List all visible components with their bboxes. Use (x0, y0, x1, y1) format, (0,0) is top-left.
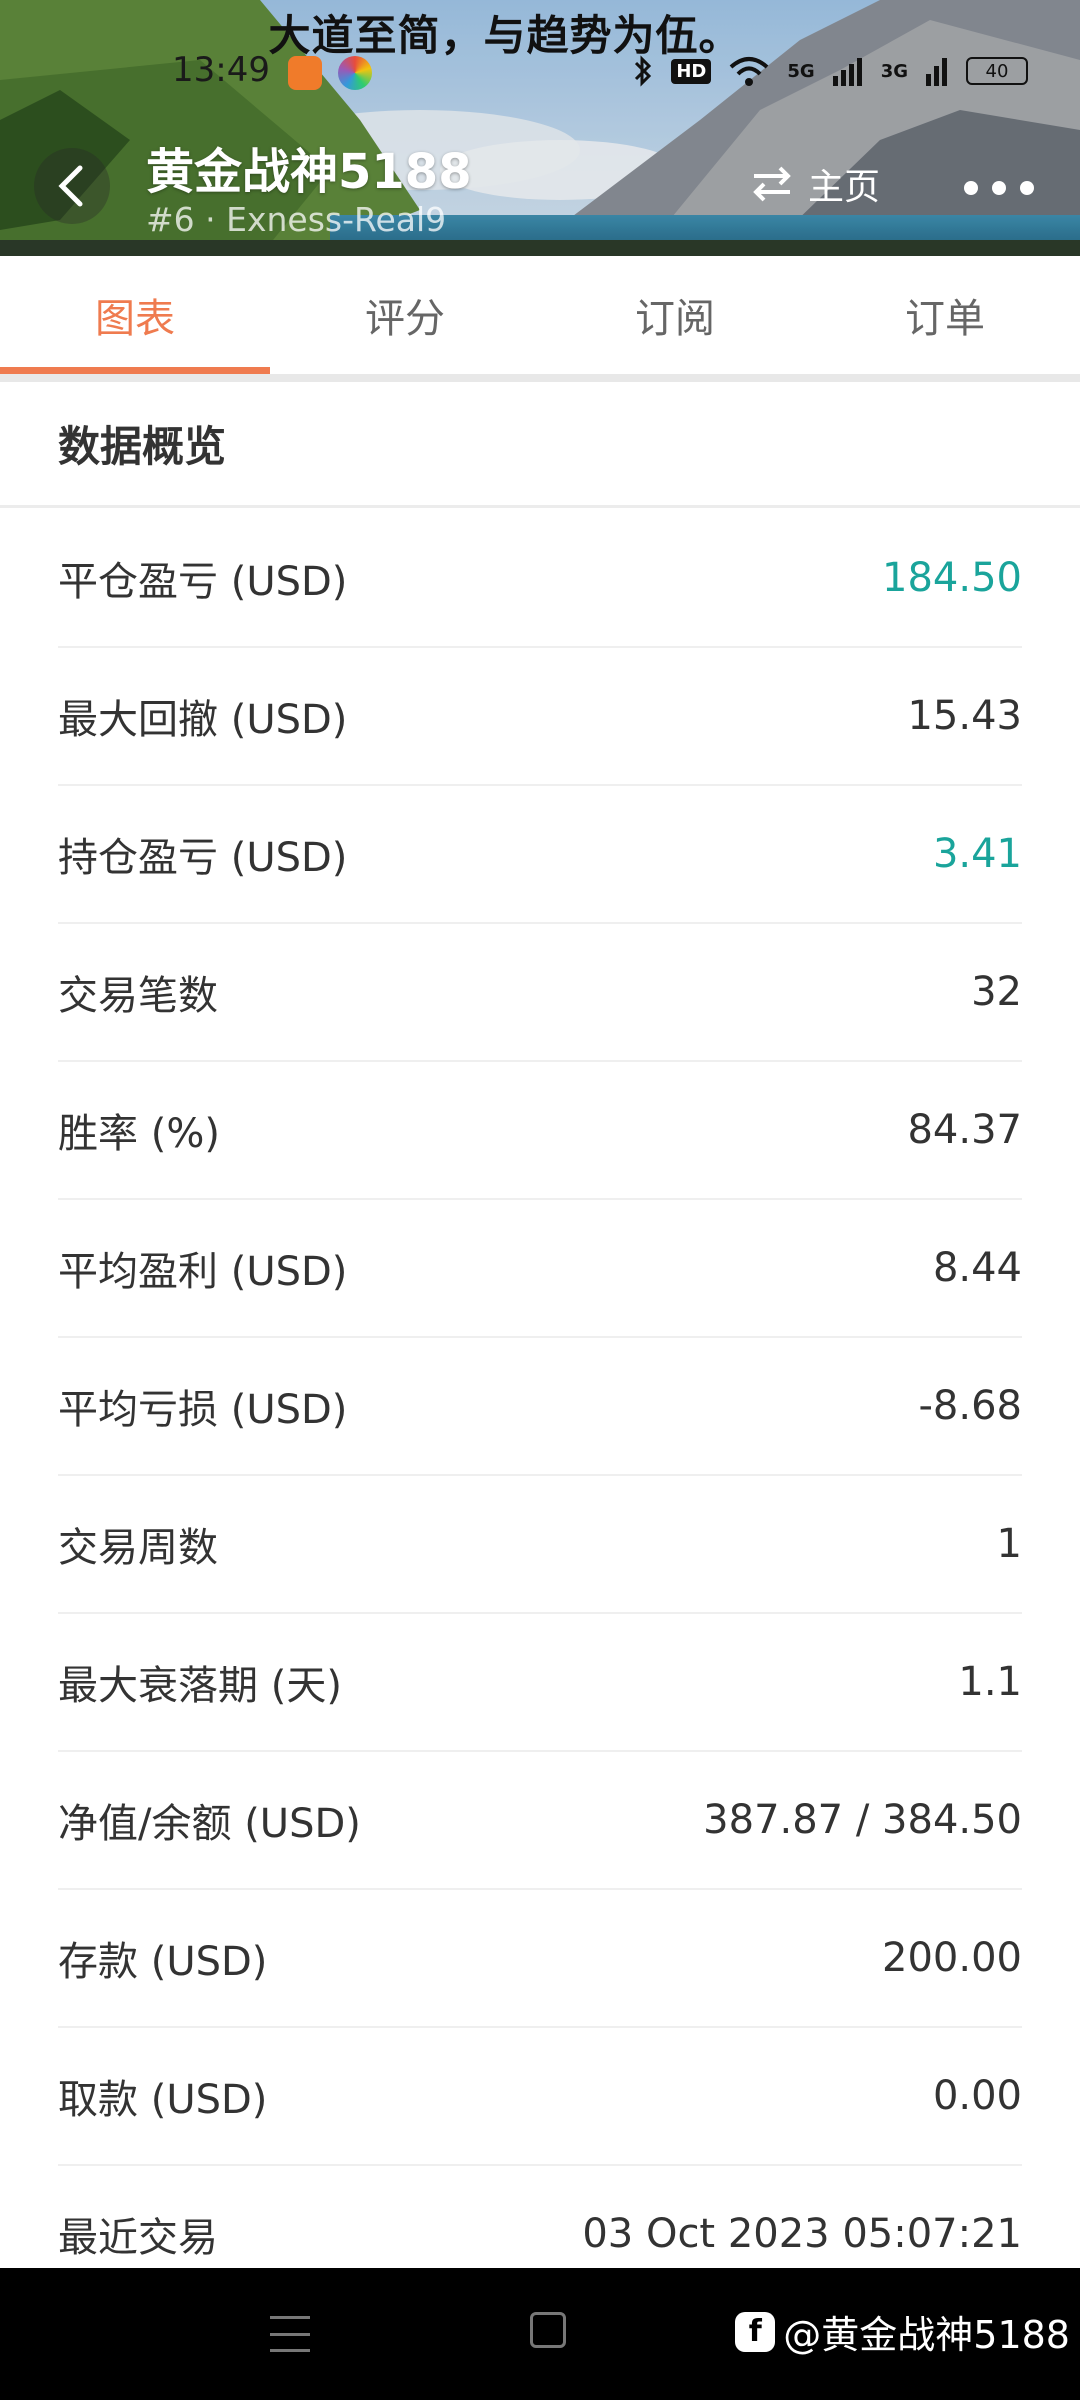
signal-3g-label: 3G (880, 60, 908, 82)
signal-5g-label: 5G (787, 60, 815, 82)
watermark: f @黄金战神5188 (735, 2304, 1070, 2359)
account-subtitle: #6 · Exness-Real9 (146, 200, 447, 239)
stat-value: 0.00 (932, 2073, 1022, 2119)
system-navigation-bar: f @黄金战神5188 (0, 2268, 1080, 2400)
watermark-logo-icon: f (735, 2311, 776, 2352)
stat-label: 平仓盈亏 (USD) (58, 559, 348, 605)
menu-line-icon (270, 2349, 310, 2352)
tab-chart[interactable]: 图表 (0, 256, 270, 374)
stat-value: 1.1 (958, 1659, 1022, 1705)
stat-label: 最大回撤 (USD) (58, 697, 348, 743)
stat-value: 1 (996, 1521, 1022, 1567)
stat-label: 胜率 (%) (58, 1111, 220, 1157)
tab-orders[interactable]: 订单 (810, 256, 1080, 374)
stat-row: 最大回撤 (USD) 15.43 (58, 648, 1022, 786)
stat-row: 净值/余额 (USD) 387.87 / 384.50 (58, 1752, 1022, 1890)
stat-row: 平均亏损 (USD) -8.68 (58, 1338, 1022, 1476)
stat-row: 平均盈利 (USD) 8.44 (58, 1200, 1022, 1338)
more-dot-icon (992, 181, 1006, 195)
signal-5g-icon (832, 58, 862, 86)
signal-3g-icon (926, 58, 947, 86)
battery-level: 40 (985, 60, 1009, 82)
stat-row: 最大衰落期 (天) 1.1 (58, 1614, 1022, 1752)
home-button-label: 主页 (807, 167, 880, 208)
stat-row: 持仓盈亏 (USD) 3.41 (58, 786, 1022, 924)
status-time: 13:49 (172, 50, 270, 90)
stat-row: 交易笔数 32 (58, 924, 1022, 1062)
menu-line-icon (270, 2316, 310, 2319)
more-dot-icon (1020, 181, 1034, 195)
stat-label: 最近交易 (58, 2215, 218, 2261)
more-options-button[interactable] (964, 168, 1034, 208)
watermark-text: @黄金战神5188 (783, 2313, 1070, 2357)
swap-arrows-icon (753, 166, 791, 202)
battery-icon: 40 (966, 57, 1028, 85)
stat-row: 平仓盈亏 (USD) 184.50 (58, 510, 1022, 648)
stat-row: 胜率 (%) 84.37 (58, 1062, 1022, 1200)
stat-value: 200.00 (882, 1935, 1022, 1981)
tab-divider (0, 374, 1080, 382)
stat-value: 15.43 (907, 693, 1022, 739)
tab-rating[interactable]: 评分 (270, 256, 540, 374)
status-icons: HD 5G 3G 40 (633, 54, 1028, 88)
stat-label: 持仓盈亏 (USD) (58, 835, 348, 881)
stats-list: 平仓盈亏 (USD) 184.50 最大回撤 (USD) 15.43 持仓盈亏 (USD… (0, 510, 1080, 2304)
chevron-left-icon (58, 165, 83, 207)
stat-row: 交易周数 1 (58, 1476, 1022, 1614)
recent-apps-button[interactable] (270, 2316, 310, 2352)
tab-subscribe[interactable]: 订阅 (540, 256, 810, 374)
stat-value: 387.87 / 384.50 (703, 1797, 1022, 1843)
more-dot-icon (964, 181, 978, 195)
stat-label: 交易笔数 (58, 973, 218, 1019)
wifi-icon (730, 57, 769, 86)
hd-icon: HD (671, 58, 712, 84)
stat-value: 3.41 (932, 831, 1022, 877)
app-notification-icon-2 (338, 56, 372, 90)
stat-label: 存款 (USD) (58, 1939, 268, 1985)
stat-value: 84.37 (907, 1107, 1022, 1153)
app-notification-icon (288, 56, 322, 90)
section-title: 数据概览 (0, 382, 1080, 508)
stat-label: 净值/余额 (USD) (58, 1801, 361, 1847)
stat-label: 平均亏损 (USD) (58, 1387, 348, 1433)
home-button[interactable]: 主页 (750, 158, 880, 210)
stat-row: 取款 (USD) 0.00 (58, 2028, 1022, 2166)
stat-value: 184.50 (882, 555, 1022, 601)
stat-value: 8.44 (932, 1245, 1022, 1291)
page-title: 黄金战神5188 (146, 144, 472, 200)
stat-value: 03 Oct 2023 05:07:21 (582, 2211, 1022, 2257)
tab-bar: 图表 评分 订阅 订单 (0, 256, 1080, 374)
stat-row: 存款 (USD) 200.00 (58, 1890, 1022, 2028)
home-nav-button[interactable] (530, 2312, 566, 2348)
stat-value: 32 (971, 969, 1022, 1015)
bluetooth-icon (635, 55, 652, 87)
header-banner: 大道至简，与趋势为伍。 13:49 HD 5G 3G 40 黄金战神5188 #… (0, 0, 1080, 256)
stat-label: 交易周数 (58, 1525, 218, 1571)
stat-label: 取款 (USD) (58, 2077, 268, 2123)
menu-line-icon (270, 2332, 310, 2336)
back-button[interactable] (34, 148, 110, 224)
stat-label: 最大衰落期 (天) (58, 1663, 342, 1709)
stat-value: -8.68 (918, 1383, 1023, 1429)
stat-label: 平均盈利 (USD) (58, 1249, 348, 1295)
